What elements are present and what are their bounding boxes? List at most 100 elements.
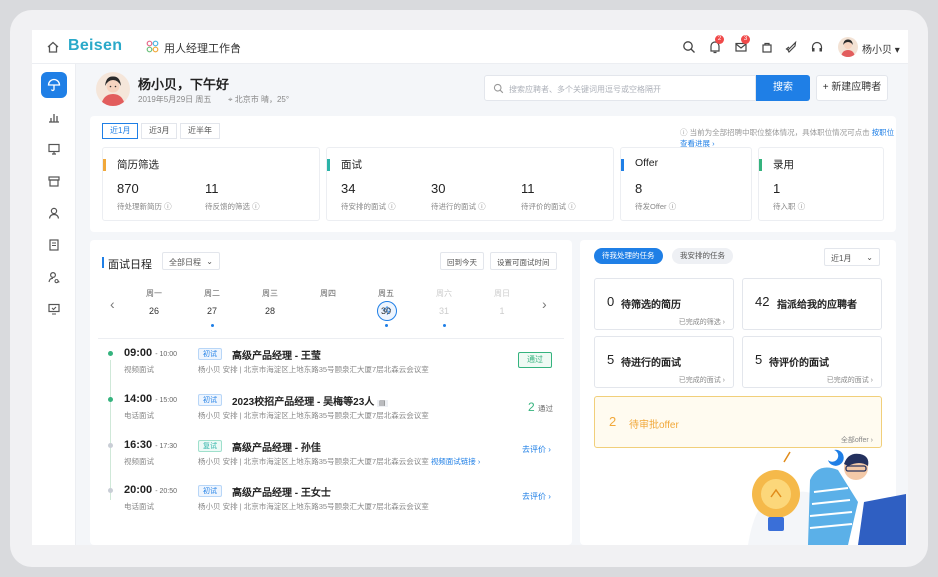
user-search-icon	[48, 271, 60, 284]
range-tab-1m[interactable]: 近1月	[102, 123, 139, 139]
new-candidate-button[interactable]: + 新建应聘者	[816, 75, 888, 101]
range-tab-6m[interactable]: 近半年	[180, 123, 220, 139]
search-icon[interactable]	[682, 40, 696, 54]
evaluate-link[interactable]: 去评价 ›	[522, 444, 551, 455]
stat-group-screening[interactable]: 简历筛选 870 待处理新简历 ⓘ 11 待反馈的筛选 ⓘ	[102, 147, 320, 221]
headset-icon[interactable]	[810, 40, 824, 54]
timeline-line	[110, 360, 111, 500]
bag-icon[interactable]	[760, 40, 774, 54]
sidebar-item-archive[interactable]	[41, 168, 67, 194]
passed-badge: 通过	[518, 352, 552, 368]
chevron-down-icon: ⌄	[206, 257, 213, 266]
stat-number[interactable]: 11	[521, 181, 535, 196]
schedule-filter-select[interactable]: 全部日程 ⌄	[162, 252, 220, 270]
location-icon: ⌖	[228, 95, 233, 104]
interview-info: 杨小贝 安排 | 北京市海淀区上地东路35号颐泉汇大厦7层北森云会议室	[198, 411, 429, 420]
chart-icon	[49, 114, 59, 123]
stat-group-offer[interactable]: Offer 8 待发Offer ⓘ	[620, 147, 752, 221]
tab-my-tasks[interactable]: 待我处理的任务	[594, 248, 663, 264]
umbrella-icon	[47, 78, 61, 92]
day-cell[interactable]: 26	[134, 306, 174, 316]
search-input[interactable]: 搜索应聘者、多个关键词用逗号或空格隔开	[484, 75, 756, 101]
chevron-down-icon[interactable]: ▼	[232, 42, 240, 51]
task-title: 待筛选的简历	[621, 300, 681, 311]
date-text: 2019年5月29日 周五	[138, 95, 212, 104]
tab-assigned-tasks[interactable]: 我安排的任务	[672, 248, 733, 264]
prev-week-arrow[interactable]: ‹	[110, 296, 115, 312]
stat-number[interactable]: 30	[431, 181, 445, 196]
stat-group-title: 面试	[341, 159, 362, 171]
day-cell[interactable]: 28	[250, 306, 290, 316]
stat-number[interactable]: 870	[117, 181, 139, 196]
interview-info: 杨小贝 安排 | 北京市海淀区上地东路35号颐泉汇大厦7层北森云会议室 视频面试…	[198, 457, 481, 466]
stats-card: 近1月 近3月 近半年 ⓘ 当前为全部招聘中职位整体情况，具体职位情况可点击 按…	[90, 116, 896, 232]
stat-label: 待安排的面试 ⓘ	[341, 202, 396, 211]
search-button[interactable]: 搜索	[756, 75, 810, 101]
app-screen: Beisen 用人经理工作台 ▼ 2 3 杨小贝 ▾ 杨小贝，下午好 2019年…	[32, 30, 908, 545]
stat-number[interactable]: 8	[635, 181, 642, 196]
interview-schedule-card: 面试日程 全部日程 ⌄ 回到今天 设置可面试时间 ‹ › 周一 周二 周三 周四…	[90, 240, 572, 545]
workspace-icon	[146, 40, 159, 53]
home-icon[interactable]	[46, 40, 60, 54]
set-availability-button[interactable]: 设置可面试时间	[490, 252, 557, 270]
beisen-logo[interactable]: Beisen	[68, 37, 122, 55]
next-week-arrow[interactable]: ›	[542, 296, 547, 312]
sidebar-item-contacts[interactable]	[41, 264, 67, 290]
task-link[interactable]: 已完成的面试 ›	[679, 375, 725, 385]
task-link[interactable]: 已完成的筛选 ›	[679, 317, 725, 327]
interview-title[interactable]: 2023校招产品经理 - 吴梅等23人 ▤	[232, 393, 388, 408]
task-range-select[interactable]: 近1月 ⌄	[824, 248, 880, 266]
task-card-pending-interview[interactable]: 5 待进行的面试 已完成的面试 ›	[594, 336, 734, 388]
stat-group-marker	[759, 159, 762, 171]
stat-group-interview[interactable]: 面试 34 待安排的面试 ⓘ 30 待进行的面试 ⓘ 11 待评价的面试 ⓘ	[326, 147, 614, 221]
interview-title[interactable]: 高级产品经理 - 王女士	[232, 484, 331, 499]
rocket-icon[interactable]	[784, 40, 798, 54]
task-card-screening[interactable]: 0 待筛选的简历 已完成的筛选 ›	[594, 278, 734, 330]
interview-title[interactable]: 高级产品经理 - 王莹	[232, 347, 321, 362]
stat-number[interactable]: 34	[341, 181, 355, 196]
interview-stage-tag: 初试	[198, 394, 222, 406]
stat-label: 待进行的面试 ⓘ	[431, 202, 486, 211]
document-icon	[49, 239, 59, 251]
stat-group-title: 录用	[773, 159, 794, 171]
evaluate-link[interactable]: 去评价 ›	[522, 491, 551, 502]
day-cell[interactable]: 27	[192, 306, 232, 316]
stat-label: 待入职 ⓘ	[773, 202, 806, 211]
task-card-assigned[interactable]: 42 指派给我的应聘者	[742, 278, 882, 330]
task-link[interactable]: 已完成的面试 ›	[827, 375, 873, 385]
interview-title[interactable]: 高级产品经理 - 孙佳	[232, 439, 321, 454]
has-event-dot	[443, 324, 446, 327]
task-card-evaluate-interview[interactable]: 5 待评价的面试 已完成的面试 ›	[742, 336, 882, 388]
day-cell[interactable]: 31	[424, 306, 464, 316]
stat-label: 待评价的面试 ⓘ	[521, 202, 576, 211]
stat-number[interactable]: 1	[773, 181, 780, 196]
user-avatar[interactable]	[838, 37, 858, 57]
timeline-dot	[108, 443, 113, 448]
chevron-down-icon: ⌄	[866, 253, 873, 262]
interview-time: 09:00 - 10:00	[124, 347, 178, 359]
sidebar-item-documents[interactable]	[41, 232, 67, 258]
video-link[interactable]: 视频面试链接	[431, 457, 476, 466]
stat-group-title: 简历筛选	[117, 159, 159, 171]
sidebar-item-monitor[interactable]	[41, 296, 67, 322]
task-title: 待进行的面试	[621, 358, 681, 369]
sidebar-item-screen[interactable]	[41, 136, 67, 162]
sidebar-item-candidates[interactable]	[41, 200, 67, 226]
stat-number[interactable]: 11	[205, 181, 219, 196]
section-marker	[102, 257, 104, 268]
stat-group-hire[interactable]: 录用 1 待入职 ⓘ	[758, 147, 884, 221]
profile-avatar	[96, 72, 130, 106]
task-card-offer-approval[interactable]: 2 待审批offer 全部offer ›	[594, 396, 882, 448]
day-cell[interactable]: 30	[366, 306, 406, 316]
day-cell[interactable]: 1	[482, 306, 522, 316]
timeline-dot	[108, 488, 113, 493]
interview-type: 视频面试	[124, 365, 154, 374]
screen-check-icon	[48, 303, 60, 315]
sidebar-item-home[interactable]	[41, 72, 67, 98]
sidebar-item-reports[interactable]	[41, 104, 67, 130]
interview-type: 视频面试	[124, 457, 154, 466]
range-tab-3m[interactable]: 近3月	[141, 123, 178, 139]
user-name[interactable]: 杨小贝 ▾	[862, 41, 900, 56]
back-to-today-button[interactable]: 回到今天	[440, 252, 484, 270]
workspace-title[interactable]: 用人经理工作台	[164, 40, 241, 56]
